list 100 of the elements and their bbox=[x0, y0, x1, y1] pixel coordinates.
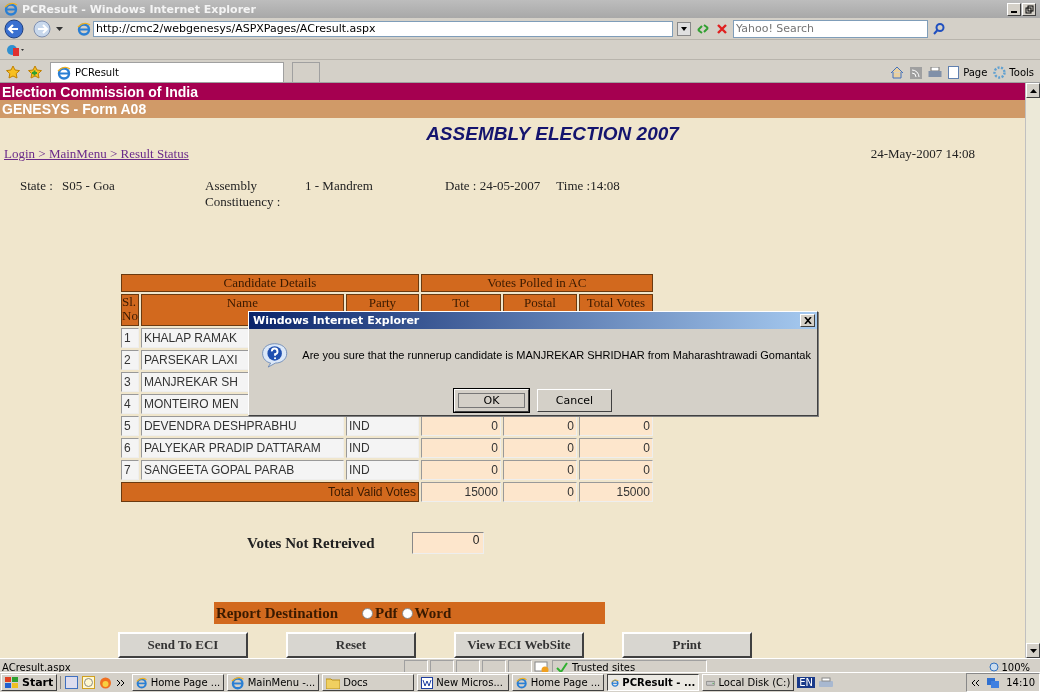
gear-icon bbox=[993, 66, 1007, 79]
taskbar-button[interactable]: Home Page ... bbox=[512, 674, 605, 691]
windows-logo-icon bbox=[5, 676, 19, 689]
form-button[interactable]: View ECI WebSite bbox=[454, 632, 584, 658]
table-cell: 6 bbox=[121, 438, 139, 458]
page-header: Election Commission of India bbox=[0, 83, 1025, 100]
minimize-button[interactable] bbox=[1007, 2, 1021, 16]
browser-tab[interactable]: PCResult bbox=[50, 62, 284, 82]
search-icon[interactable] bbox=[932, 21, 946, 36]
time-value: Time :14:08 bbox=[556, 178, 620, 193]
chevron-icon[interactable] bbox=[971, 678, 981, 687]
clock-icon[interactable] bbox=[82, 676, 96, 689]
form-button[interactable]: Send To ECI bbox=[118, 632, 248, 658]
up-arrow-icon[interactable] bbox=[1029, 88, 1037, 93]
network-icon[interactable] bbox=[986, 676, 1001, 689]
dialog-button[interactable]: Cancel bbox=[537, 389, 612, 412]
breadcrumb-link[interactable]: Login > MainMenu > Result Status bbox=[4, 146, 189, 162]
status-text: ACresult.aspx bbox=[2, 662, 72, 673]
table-cell: 15000 bbox=[420, 482, 501, 502]
taskbar-button[interactable]: MainMenu -... bbox=[227, 674, 320, 691]
table-cell: 0 bbox=[502, 416, 577, 436]
tools-menu[interactable]: Tools bbox=[993, 66, 1034, 79]
address-field[interactable]: http://cmc2/webgenesys/ASPXPages/ACresult.aspx bbox=[93, 20, 673, 37]
down-arrow-icon[interactable] bbox=[1029, 648, 1037, 653]
caret-icon bbox=[56, 26, 63, 31]
table-cell: 0 bbox=[420, 438, 501, 458]
ie-icon bbox=[231, 675, 245, 690]
form-button[interactable]: Print bbox=[622, 632, 752, 658]
start-button[interactable]: Start bbox=[1, 674, 58, 691]
dialog-button[interactable]: OK bbox=[454, 389, 529, 412]
table-cell: 0 bbox=[578, 460, 653, 480]
scrollbar[interactable] bbox=[1025, 83, 1040, 658]
radio-option[interactable]: Word bbox=[401, 604, 452, 622]
taskbar-button[interactable]: New Micros... bbox=[417, 674, 510, 691]
page-icon bbox=[77, 21, 91, 36]
report-destination-label: Report Destination bbox=[216, 604, 339, 622]
printer-icon[interactable] bbox=[928, 66, 943, 79]
radio-option[interactable]: Pdf bbox=[362, 604, 398, 622]
table-cell: IND bbox=[345, 460, 419, 480]
state-label: State : bbox=[20, 178, 53, 193]
table-cell: 0 bbox=[502, 438, 577, 458]
restore-button[interactable] bbox=[1022, 2, 1036, 16]
page-menu[interactable]: Page bbox=[948, 66, 988, 79]
group-header: Votes Polled in AC bbox=[420, 274, 653, 292]
table-cell: 15000 bbox=[578, 482, 653, 502]
toolbar-add-on-icon[interactable] bbox=[6, 42, 24, 57]
state-value: S05 - Goa bbox=[62, 178, 115, 193]
close-icon bbox=[803, 317, 812, 324]
table-cell: 4 bbox=[121, 394, 139, 414]
zoom-icon bbox=[988, 662, 1000, 673]
table-cell: 0 bbox=[420, 460, 501, 480]
zone-text: Trusted sites bbox=[572, 662, 636, 673]
table-cell: 7 bbox=[121, 460, 139, 480]
taskbar-button[interactable]: Local Disk (C:) bbox=[702, 674, 795, 691]
folder-icon bbox=[326, 676, 341, 689]
app-icon bbox=[4, 2, 18, 16]
favorites-star-icon[interactable] bbox=[6, 65, 20, 79]
check-icon bbox=[556, 661, 568, 674]
table-cell: 5 bbox=[121, 416, 139, 436]
page-icon bbox=[948, 66, 961, 79]
restore-icon bbox=[1024, 4, 1034, 14]
close-button[interactable] bbox=[800, 314, 815, 327]
taskbar-button[interactable]: Home Page ... bbox=[132, 674, 225, 691]
page-title: ASSEMBLY ELECTION 2007 bbox=[426, 123, 679, 145]
table-cell: 2 bbox=[121, 350, 139, 370]
table-cell: IND bbox=[345, 416, 419, 436]
table-cell: SANGEETA GOPAL PARAB bbox=[140, 460, 344, 480]
table-cell: DEVENDRA DESHPRABHU bbox=[140, 416, 344, 436]
ie-icon bbox=[57, 65, 71, 80]
document-icon bbox=[421, 676, 434, 689]
quick-launch-icon[interactable] bbox=[65, 676, 79, 689]
votes-not-retrieved-field[interactable]: 0 bbox=[412, 532, 485, 554]
table-cell: 0 bbox=[502, 482, 577, 502]
ie-icon bbox=[516, 675, 528, 690]
assembly-label: Assembly Constituency : bbox=[205, 178, 282, 210]
stop-icon[interactable] bbox=[715, 21, 729, 36]
language-indicator[interactable]: EN bbox=[797, 677, 816, 688]
table-cell: 1 bbox=[121, 328, 139, 348]
table-cell: 0 bbox=[578, 438, 653, 458]
forward-button[interactable] bbox=[32, 18, 52, 39]
table-cell: PALYEKAR PRADIP DATTARAM bbox=[140, 438, 344, 458]
chevron-icon[interactable] bbox=[116, 678, 126, 687]
printer-icon[interactable] bbox=[818, 676, 835, 689]
taskbar-button[interactable]: PCResult - ... bbox=[607, 674, 700, 691]
window-title: PCResult - Windows Internet Explorer bbox=[22, 2, 256, 16]
feed-icon[interactable] bbox=[910, 66, 923, 79]
taskbar-button[interactable]: Docs bbox=[322, 674, 415, 691]
assembly-value: 1 - Mandrem bbox=[305, 178, 374, 195]
votes-not-retrieved-label: Votes Not Retreived bbox=[247, 534, 375, 552]
form-button[interactable]: Reset bbox=[286, 632, 416, 658]
search-field[interactable]: Yahoo! Search bbox=[733, 19, 928, 38]
add-favorite-icon[interactable] bbox=[28, 65, 42, 79]
zoom-button[interactable]: 100% bbox=[982, 661, 1040, 674]
table-cell: IND bbox=[345, 438, 419, 458]
column-header: Sl. No bbox=[121, 294, 139, 326]
group-header: Candidate Details bbox=[121, 274, 419, 292]
dropdown-icon[interactable] bbox=[677, 21, 691, 36]
table-cell: 3 bbox=[121, 372, 139, 392]
home-icon[interactable] bbox=[890, 66, 905, 79]
new-tab-button[interactable] bbox=[292, 62, 320, 82]
